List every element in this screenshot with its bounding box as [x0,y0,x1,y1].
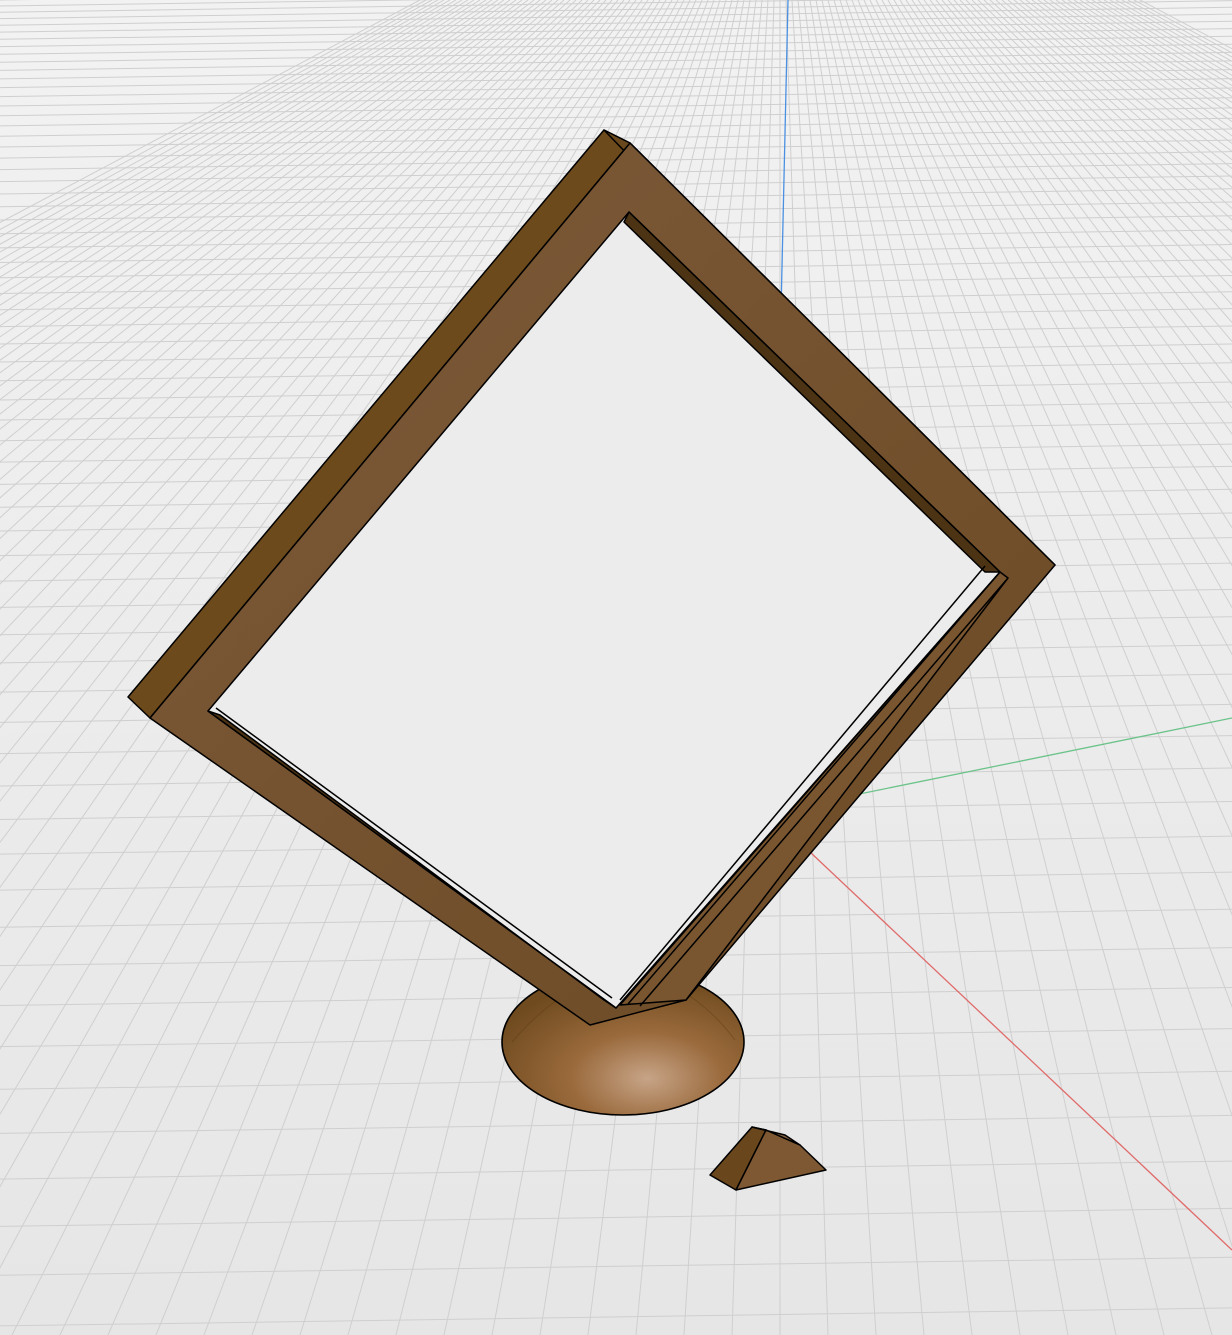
3d-viewport[interactable] [0,0,1232,1335]
scene-canvas[interactable] [0,0,1232,1335]
